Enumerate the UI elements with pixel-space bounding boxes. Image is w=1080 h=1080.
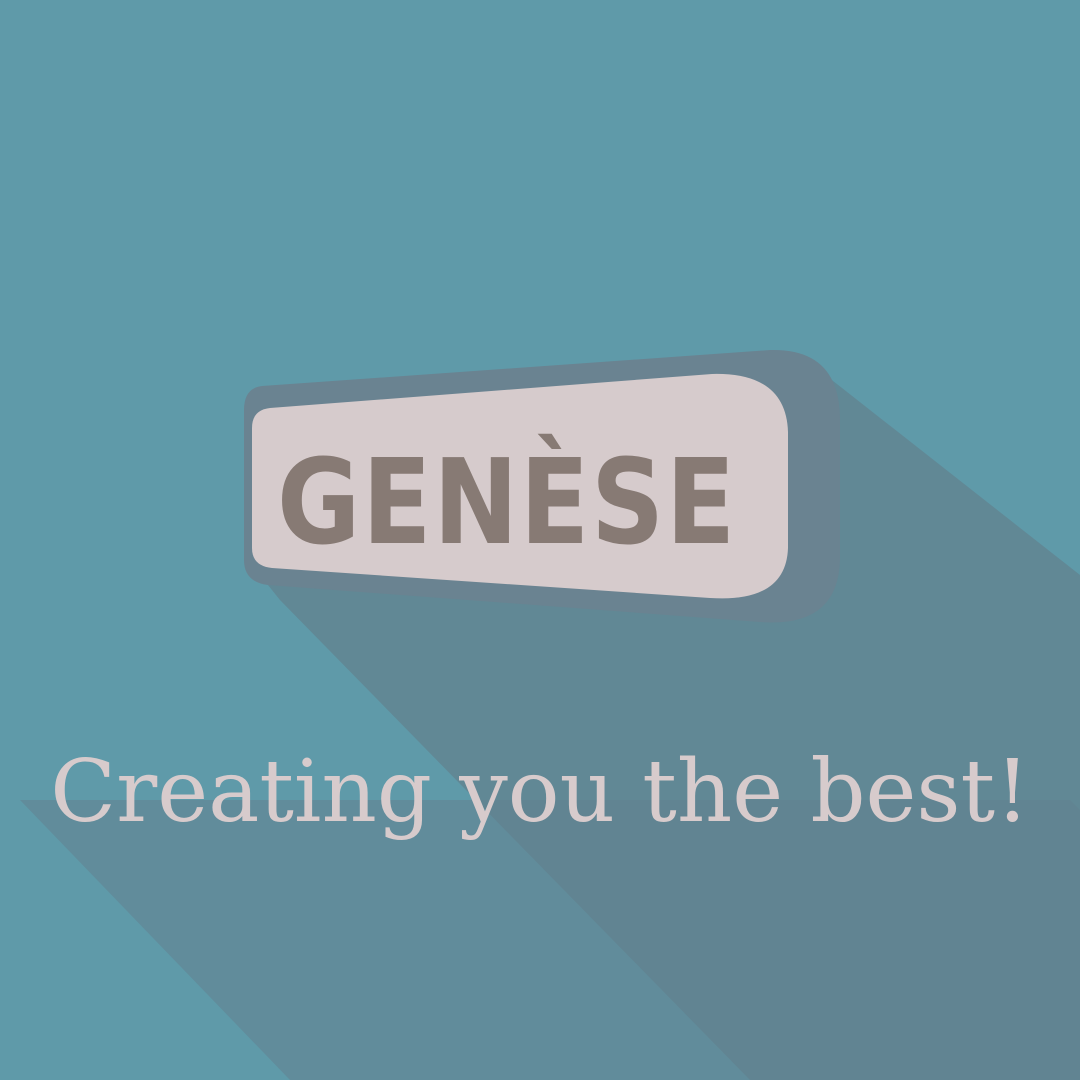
logo-text: GENÈSE xyxy=(277,433,737,571)
poster-canvas: GENÈSE Creating you the best! xyxy=(0,0,1080,1080)
logo-badge: GENÈSE xyxy=(244,349,840,623)
tagline: Creating you the best! xyxy=(50,742,1030,842)
